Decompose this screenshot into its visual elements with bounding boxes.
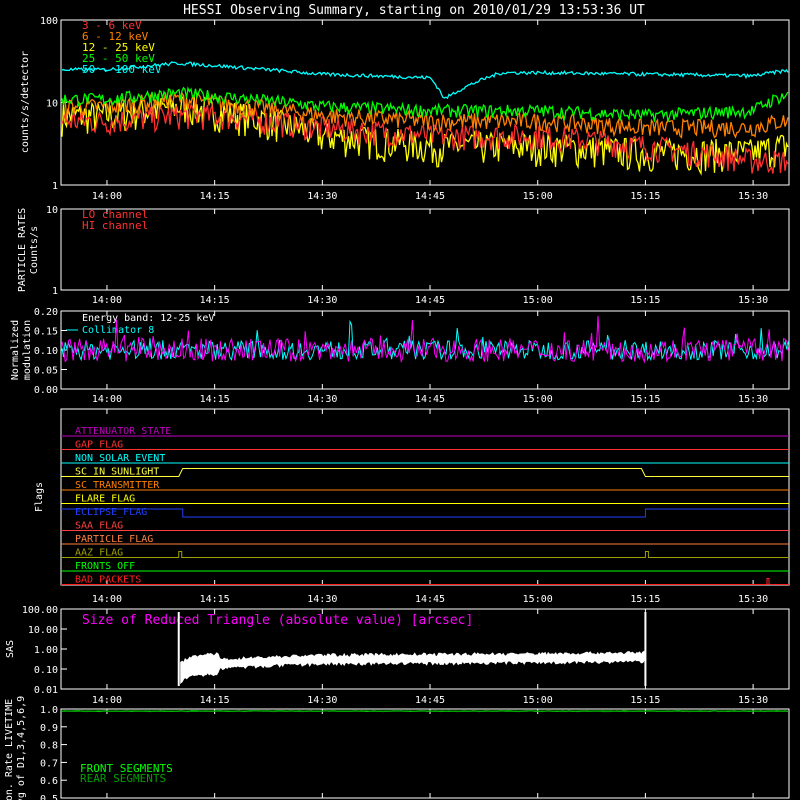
flag-label: SAA_FLAG: [75, 521, 123, 532]
x-tick-label: 15:30: [738, 594, 768, 605]
livetime-ytick-label: 0.5: [40, 794, 58, 800]
x-tick-label: 14:45: [415, 695, 445, 706]
modulation-ytick-label: 0.00: [34, 385, 58, 396]
livetime-ytick-label: 0.7: [40, 758, 58, 769]
x-tick-label: 15:30: [738, 695, 768, 706]
rates-ylabel: counts/s/detector: [20, 51, 31, 153]
flag-label: NON_SOLAR_EVENT: [75, 453, 165, 464]
sas-ylabel: SAS: [5, 640, 16, 658]
x-tick-label: 14:15: [200, 695, 230, 706]
particle-panel-frame: [60, 208, 790, 291]
particle-ylabel-1: PARTICLE RATES: [17, 208, 28, 292]
sas-ytick-label: 100.00: [22, 605, 58, 616]
livetime-trace: [62, 710, 789, 713]
flag-label: ATTENUATOR_STATE: [75, 426, 171, 437]
livetime-ytick-label: 0.6: [40, 776, 58, 787]
collimator-label: Collimator 8: [82, 325, 154, 336]
x-tick-label: 15:00: [523, 191, 553, 202]
x-tick-label: 15:15: [630, 295, 660, 306]
x-tick-label: 14:45: [415, 394, 445, 405]
flag-line: [61, 508, 789, 518]
x-tick-label: 15:30: [738, 191, 768, 202]
rates-ytick-label: 1: [52, 181, 58, 192]
modulation-ylabel-2: modulation: [22, 320, 33, 380]
x-tick-label: 14:45: [415, 295, 445, 306]
x-tick-label: 15:15: [630, 191, 660, 202]
x-tick-label: 14:00: [92, 695, 122, 706]
rates-series-line: [61, 103, 789, 174]
flags-ylabel: Flags: [34, 482, 45, 512]
livetime-ytick-label: 0.9: [40, 723, 58, 734]
flag-label: SC_IN_SUNLIGHT: [75, 467, 159, 478]
sas-ytick-label: 10.00: [28, 625, 58, 636]
livetime-ytick-label: 0.8: [40, 741, 58, 752]
flag-line: [61, 578, 789, 585]
x-tick-label: 14:00: [92, 394, 122, 405]
particle-legend-entry: HI channel: [82, 219, 148, 232]
x-tick-label: 14:15: [200, 295, 230, 306]
modulation-ytick-label: 0.15: [34, 327, 58, 338]
particle-ytick-label: 1: [52, 286, 58, 297]
flag-label: FRONTS_OFF: [75, 561, 135, 572]
modulation-ytick-label: 0.20: [34, 307, 58, 318]
x-tick-label: 14:00: [92, 295, 122, 306]
modulation-ylabel-1: Normalized: [10, 320, 21, 380]
x-tick-label: 15:30: [738, 394, 768, 405]
x-tick-label: 14:30: [307, 394, 337, 405]
flag-label: AAZ_FLAG: [75, 548, 123, 559]
flag-label: SC_TRANSMITTER: [75, 480, 160, 491]
livetime-panel-frame: [60, 708, 790, 799]
x-tick-label: 14:15: [200, 594, 230, 605]
x-tick-label: 14:15: [200, 394, 230, 405]
plot-content: 14:00 14:15 14:30 14:45 15:00 15:15 15:30 14:00…: [22, 16, 789, 800]
x-tick-label: 15:30: [738, 295, 768, 306]
x-tick-label: 14:30: [307, 295, 337, 306]
x-tick-label: 14:00: [92, 594, 122, 605]
flag-label: FLARE_FLAG: [75, 494, 135, 505]
x-tick-label: 15:15: [630, 394, 660, 405]
sas-label: Size of Reduced Triangle (absolute value…: [82, 613, 473, 628]
sas-ytick-label: 1.00: [34, 645, 58, 656]
rates-ytick-label: 10: [46, 99, 58, 110]
livetime-ytick-label: 1.0: [40, 705, 58, 716]
modulation-band-label: Energy band: 12-25 keV: [82, 313, 214, 324]
rates-ytick-label: 100: [40, 16, 58, 27]
x-tick-label: 15:15: [630, 695, 660, 706]
x-tick-label: 15:00: [523, 394, 553, 405]
livetime-ylabel-2: avg of D1,3,4,5,6,9: [16, 696, 27, 800]
modulation-trace: [61, 319, 789, 362]
legend-rear-segments: REAR SEGMENTS: [80, 772, 166, 785]
x-tick-label: 14:00: [92, 191, 122, 202]
x-tick-label: 14:30: [307, 191, 337, 202]
flag-line: [61, 551, 789, 558]
x-tick-label: 15:00: [523, 594, 553, 605]
x-tick-label: 14:45: [415, 594, 445, 605]
flag-line: [61, 468, 789, 477]
x-tick-label: 14:30: [307, 594, 337, 605]
particle-ytick-label: 10: [46, 205, 58, 216]
x-tick-label: 14:15: [200, 191, 230, 202]
hessi-summary-chart: HESSI Observing Summary, starting on 201…: [4, 3, 790, 800]
sas-trace: [180, 650, 645, 685]
livetime-ylabel-1: Mon. Rate LIVETIME: [4, 699, 15, 800]
sas-ytick-label: 0.10: [34, 665, 58, 676]
x-tick-label: 14:45: [415, 191, 445, 202]
modulation-ytick-label: 0.05: [34, 366, 58, 377]
x-tick-label: 15:00: [523, 695, 553, 706]
modulation-ytick-label: 0.10: [34, 346, 58, 357]
flag-label: PARTICLE_FLAG: [75, 534, 153, 545]
particle-ylabel-2: Counts/s: [29, 226, 40, 274]
flag-label: BAD_PACKETS: [75, 575, 141, 586]
flag-label: GAP_FLAG: [75, 440, 123, 451]
sas-ytick-label: 0.01: [34, 685, 58, 696]
x-tick-label: 15:00: [523, 295, 553, 306]
x-tick-label: 15:15: [630, 594, 660, 605]
x-tick-label: 14:30: [307, 695, 337, 706]
rates-legend-entry: 50 - 100 keV: [82, 63, 162, 76]
chart-title: HESSI Observing Summary, starting on 201…: [183, 3, 645, 18]
